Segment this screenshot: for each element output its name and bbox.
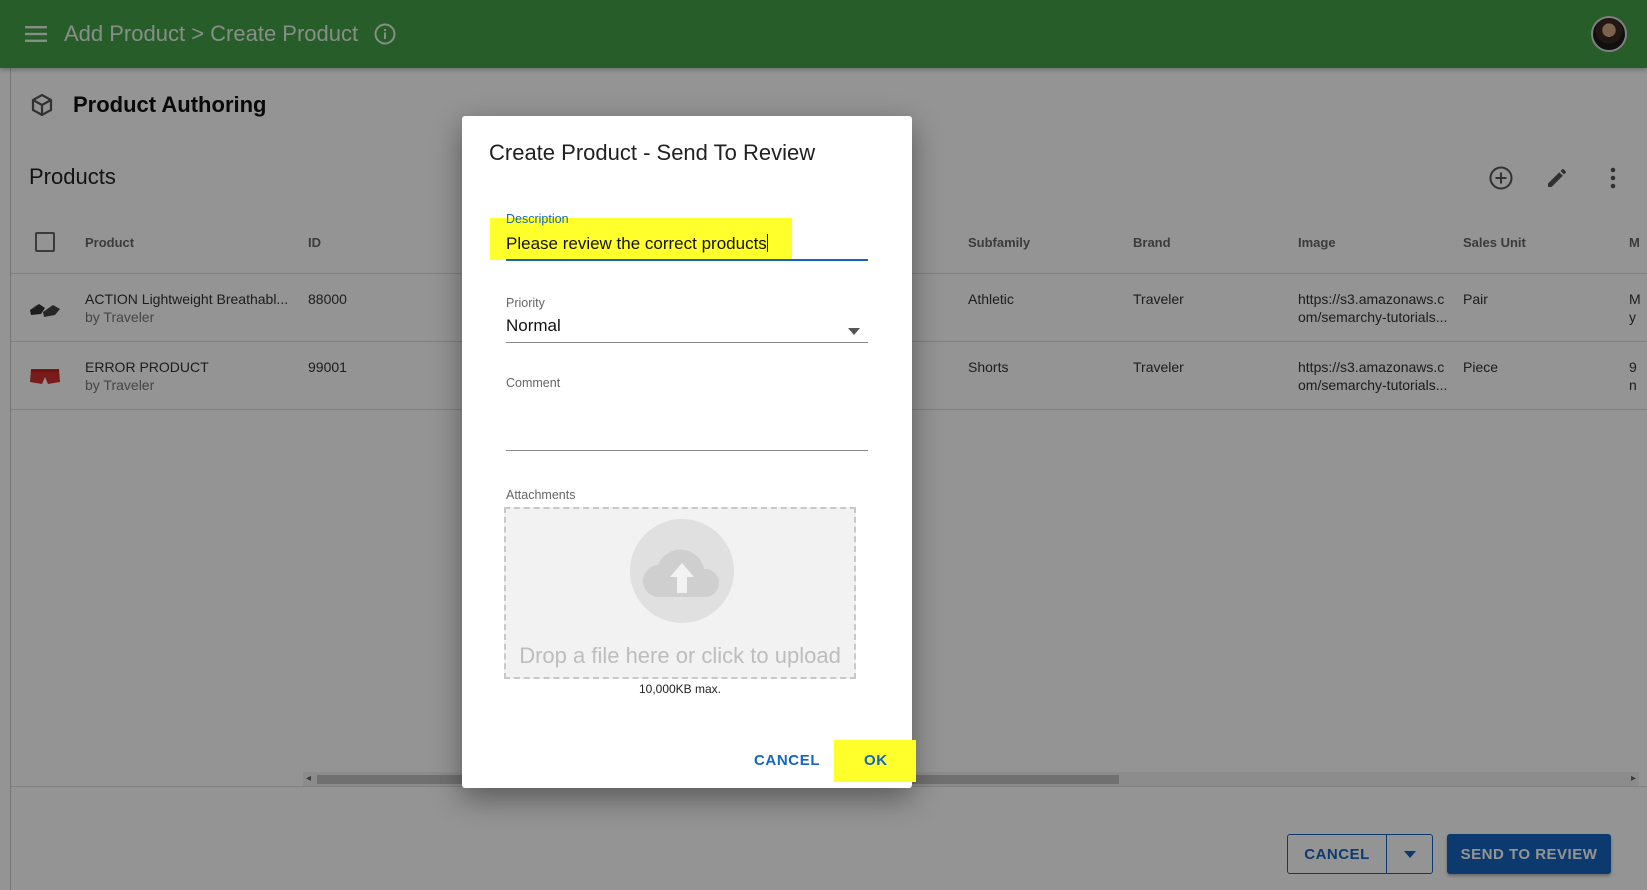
text-caret <box>766 234 768 252</box>
description-underline <box>506 259 868 261</box>
dialog-title: Create Product - Send To Review <box>489 140 816 165</box>
file-dropzone[interactable]: Drop a file here or click to upload <box>504 507 856 679</box>
description-value: Please review the correct products <box>506 234 767 253</box>
dropzone-text: Drop a file here or click to upload <box>519 643 841 668</box>
send-to-review-dialog: Create Product - Send To Review Descript… <box>462 116 916 788</box>
priority-underline <box>506 342 868 343</box>
priority-label: Priority <box>506 296 545 310</box>
comment-underline <box>506 450 868 451</box>
dialog-cancel-button[interactable]: CANCEL <box>754 752 820 769</box>
comment-label: Comment <box>506 376 561 390</box>
description-input[interactable]: Please review the correct products <box>506 234 768 254</box>
dropdown-arrow-icon[interactable] <box>848 322 860 340</box>
description-label: Description <box>506 212 569 226</box>
priority-select[interactable]: Normal <box>506 316 561 336</box>
attachments-label: Attachments <box>506 488 576 502</box>
dialog-ok-button[interactable]: OK <box>864 752 888 769</box>
max-file-size: 10,000KB max. <box>638 682 722 696</box>
cloud-upload-icon <box>630 519 734 623</box>
